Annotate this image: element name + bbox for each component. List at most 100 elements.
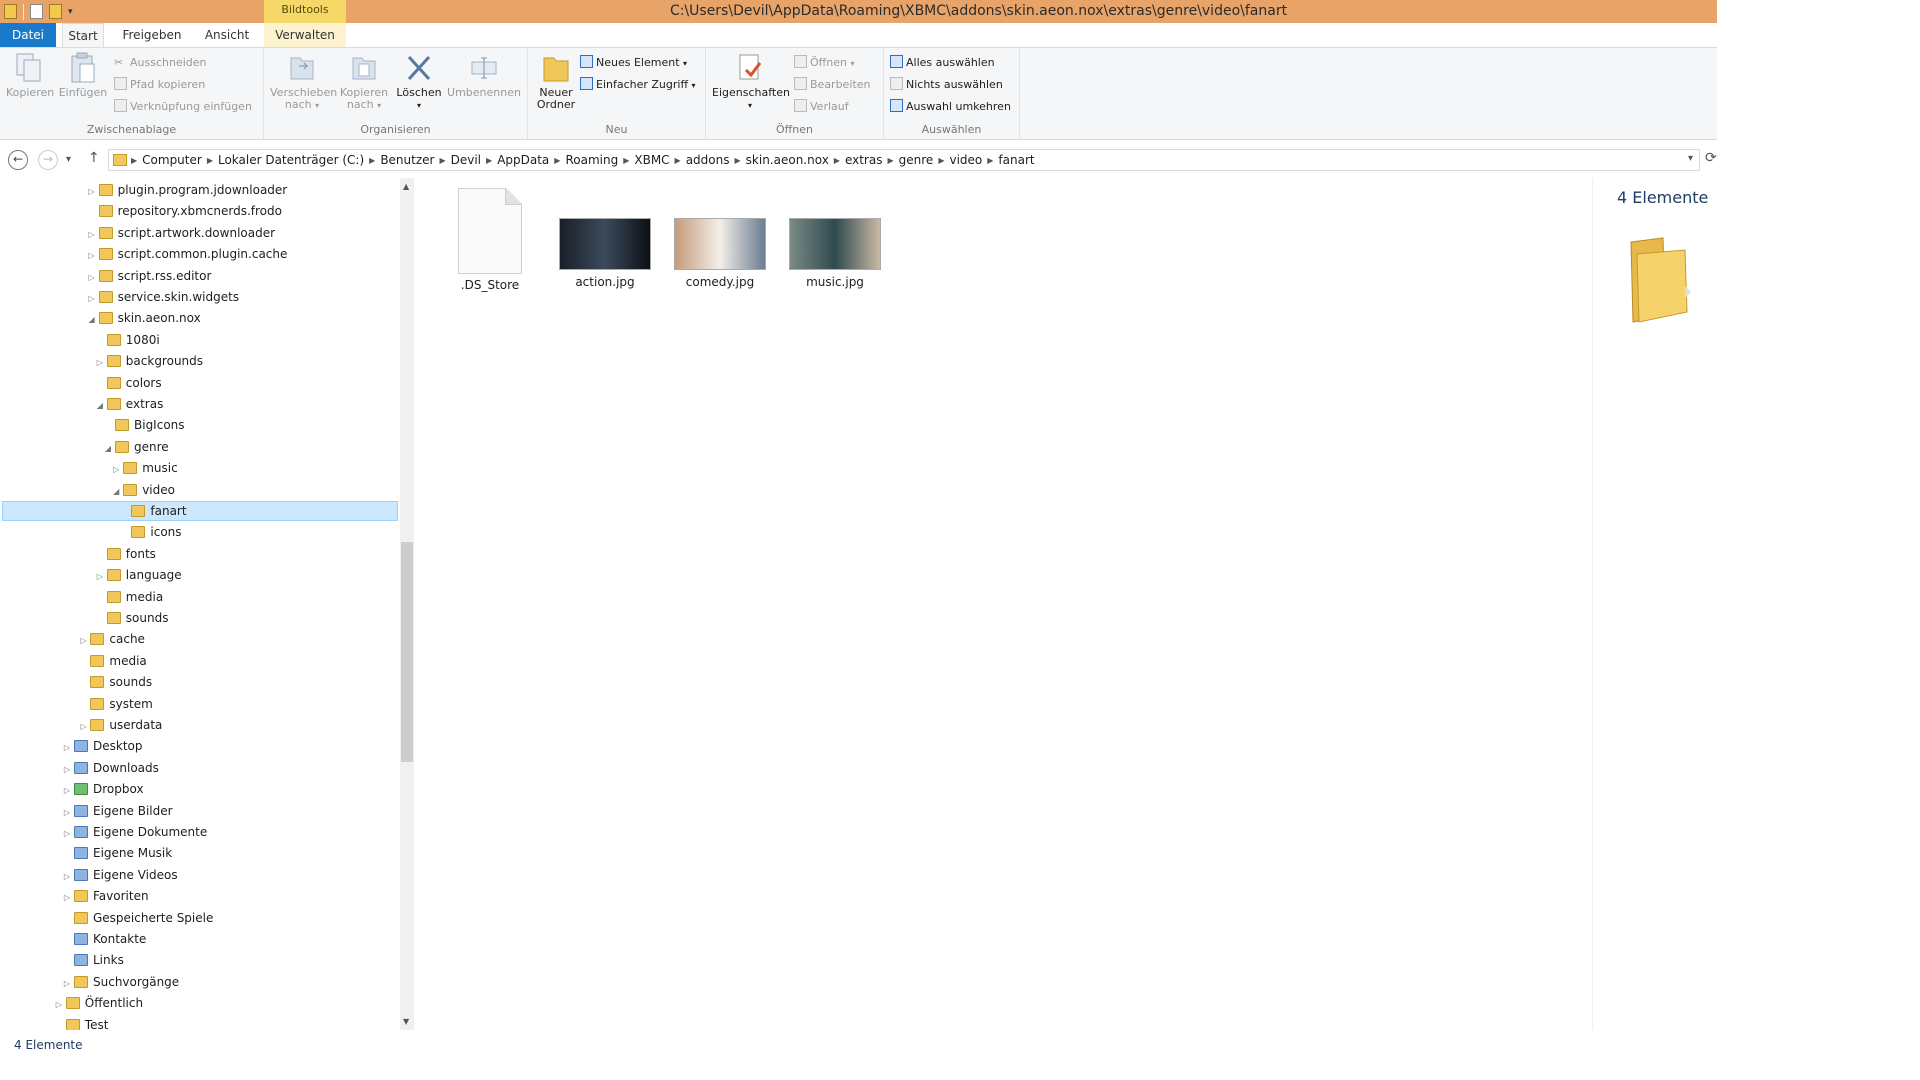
tree-item[interactable]: icons — [119, 522, 182, 542]
tree-item[interactable]: ▷ language — [95, 565, 182, 585]
tree-item[interactable]: ▷ Suchvorgänge — [62, 972, 179, 992]
tree-item[interactable]: ▷ Eigene Videos — [62, 865, 178, 885]
tree-item[interactable]: ▷ script.common.plugin.cache — [87, 244, 288, 264]
title-bar[interactable]: ▾ Bildtools C:\Users\Devil\AppData\Roami… — [0, 0, 1717, 23]
tree-item[interactable]: ▷ service.skin.widgets — [87, 287, 240, 309]
up-arrow-icon[interactable]: ↑ — [88, 150, 100, 166]
back-arrow-icon[interactable]: ← — [8, 150, 28, 170]
breadcrumb-item[interactable]: Lokaler Datenträger (C:) — [213, 153, 369, 167]
breadcrumb-item[interactable]: addons — [681, 153, 735, 167]
address-bar[interactable]: ▶ Computer ▶ Lokaler Datenträger (C:) ▶ Benut… — [108, 149, 1700, 171]
tree-item[interactable]: ▷ Desktop — [62, 736, 143, 756]
invert-selection-button[interactable]: Auswahl umkehren — [890, 98, 1011, 116]
recent-locations-chevron-icon[interactable]: ▾ — [66, 154, 71, 165]
tree-item[interactable]: ◢ extras — [95, 394, 164, 414]
expand-icon[interactable]: ▷ — [87, 182, 97, 202]
tab-datei[interactable]: Datei — [0, 23, 56, 47]
tree-item[interactable]: 1080i — [95, 330, 160, 350]
tree-item[interactable]: ▷ music — [111, 458, 178, 480]
tree-item[interactable]: Links — [62, 950, 124, 970]
file-item[interactable]: action.jpg — [555, 188, 655, 289]
tree-item[interactable]: Eigene Musik — [62, 843, 172, 863]
tree-item[interactable]: Test — [54, 1015, 108, 1030]
tree-item[interactable]: system — [78, 694, 153, 714]
tree-item[interactable]: repository.xbmcnerds.frodo — [87, 201, 282, 221]
expand-icon[interactable]: ▷ — [95, 567, 105, 587]
expand-icon[interactable]: ▷ — [111, 460, 121, 480]
tree-item[interactable]: ▷ Öffentlich — [54, 993, 143, 1013]
tree-item[interactable]: ▷ Dropbox — [62, 779, 144, 799]
edit-button[interactable]: Bearbeiten — [794, 76, 870, 94]
breadcrumb-item[interactable]: video — [944, 153, 987, 167]
tree-item[interactable]: ▷ Favoriten — [62, 886, 149, 906]
scroll-up-icon[interactable]: ▲ — [403, 182, 409, 191]
expand-icon[interactable]: ▷ — [95, 353, 105, 373]
collapse-icon[interactable]: ◢ — [103, 439, 113, 459]
expand-icon[interactable]: ▷ — [62, 760, 72, 780]
history-button[interactable]: Verlauf — [794, 98, 849, 116]
cut-button[interactable]: ✂ Ausschneiden — [114, 54, 207, 72]
breadcrumb-item[interactable]: XBMC — [629, 153, 674, 167]
tab-ansicht[interactable]: Ansicht — [198, 23, 256, 47]
expand-icon[interactable]: ▷ — [54, 995, 64, 1015]
expand-icon[interactable]: ▷ — [87, 289, 97, 309]
copy-path-button[interactable]: Pfad kopieren — [114, 76, 205, 94]
new-item-button[interactable]: Neues Element ▾ — [580, 54, 687, 72]
refresh-icon[interactable]: ⟳ — [1705, 150, 1717, 166]
paste-button[interactable]: Einfügen — [58, 52, 108, 99]
expand-icon[interactable]: ▷ — [62, 888, 72, 908]
tab-start[interactable]: Start — [62, 23, 104, 47]
breadcrumb-item[interactable]: Computer — [137, 153, 207, 167]
tree-item[interactable]: ▷ script.rss.editor — [87, 266, 212, 286]
copy-button[interactable]: Kopieren — [6, 52, 54, 99]
nav-pane-scrollbar[interactable]: ▲ ▼ — [400, 178, 414, 1030]
tree-item[interactable]: ▷ plugin.program.jdownloader — [87, 180, 288, 200]
expand-icon[interactable]: ▷ — [62, 824, 72, 844]
breadcrumb-item[interactable]: Roaming — [560, 153, 623, 167]
tree-item[interactable]: ▷ cache — [78, 629, 145, 649]
tree-item[interactable]: ▷ Eigene Dokumente — [62, 822, 207, 842]
move-to-button[interactable]: Verschieben nach ▾ — [270, 52, 337, 112]
collapse-icon[interactable]: ◢ — [87, 310, 97, 330]
easy-access-button[interactable]: Einfacher Zugriff ▾ — [580, 76, 696, 94]
new-folder-button[interactable]: Neuer Ordner — [534, 52, 578, 111]
tree-item[interactable]: media — [78, 651, 147, 671]
breadcrumb-item[interactable]: genre — [894, 153, 939, 167]
file-item[interactable]: music.jpg — [785, 188, 885, 289]
tree-item[interactable]: ◢ skin.aeon.nox — [87, 308, 201, 328]
tree-item[interactable]: fonts — [95, 544, 156, 564]
tree-item[interactable]: fanart — [119, 501, 187, 521]
expand-icon[interactable]: ▷ — [87, 246, 97, 266]
tree-item[interactable]: media — [95, 587, 163, 607]
tree-item[interactable]: ◢ video — [111, 480, 175, 500]
tree-item[interactable]: ▷ userdata — [78, 715, 162, 735]
select-all-button[interactable]: Alles auswählen — [890, 54, 995, 72]
scrollbar-thumb[interactable] — [401, 542, 413, 762]
tree-item[interactable]: ▷ Eigene Bilder — [62, 801, 173, 821]
tree-item[interactable]: sounds — [78, 672, 152, 692]
tree-item[interactable]: Gespeicherte Spiele — [62, 908, 213, 928]
breadcrumb-item[interactable]: Devil — [446, 153, 486, 167]
expand-icon[interactable]: ▷ — [62, 803, 72, 823]
tree-item[interactable]: colors — [95, 373, 162, 393]
breadcrumb-item[interactable]: AppData — [492, 153, 554, 167]
chevron-down-icon[interactable]: ▾ — [1688, 153, 1693, 164]
expand-icon[interactable]: ▷ — [62, 738, 72, 758]
tree-item[interactable]: ▷ Downloads — [62, 758, 159, 778]
expand-icon[interactable]: ▷ — [62, 781, 72, 801]
breadcrumb-item[interactable]: skin.aeon.nox — [741, 153, 834, 167]
rename-button[interactable]: Umbenennen — [446, 52, 522, 99]
expand-icon[interactable]: ▷ — [78, 717, 88, 737]
expand-icon[interactable]: ▷ — [87, 268, 97, 288]
tab-verwalten[interactable]: Verwalten — [264, 23, 346, 47]
breadcrumb-item[interactable]: fanart — [993, 153, 1039, 167]
tree-item[interactable]: ▷ script.artwork.downloader — [87, 223, 276, 243]
file-item[interactable]: .DS_Store — [440, 188, 540, 292]
properties-button[interactable]: Eigenschaften ▾ — [712, 52, 790, 112]
tab-freigeben[interactable]: Freigeben — [112, 23, 192, 47]
select-none-button[interactable]: Nichts auswählen — [890, 76, 1003, 94]
expand-icon[interactable]: ▷ — [78, 631, 88, 651]
copy-to-button[interactable]: Kopieren nach ▾ — [336, 52, 392, 112]
open-button[interactable]: Öffnen ▾ — [794, 54, 854, 72]
breadcrumb-item[interactable]: Benutzer — [375, 153, 439, 167]
